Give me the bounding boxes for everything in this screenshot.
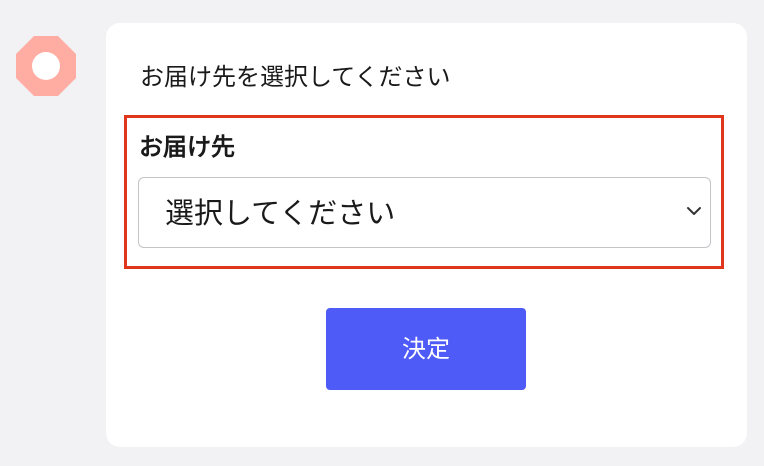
chevron-down-icon xyxy=(687,207,701,215)
delivery-select-value: 選択してください xyxy=(165,196,396,230)
avatar-ring-icon xyxy=(16,36,76,96)
delivery-select[interactable]: 選択してください xyxy=(138,177,711,248)
avatar xyxy=(14,34,78,98)
delivery-label: お届け先 xyxy=(139,133,235,161)
submit-button[interactable]: 決定 xyxy=(326,308,526,390)
prompt-text: お届け先を選択してください xyxy=(140,63,451,91)
